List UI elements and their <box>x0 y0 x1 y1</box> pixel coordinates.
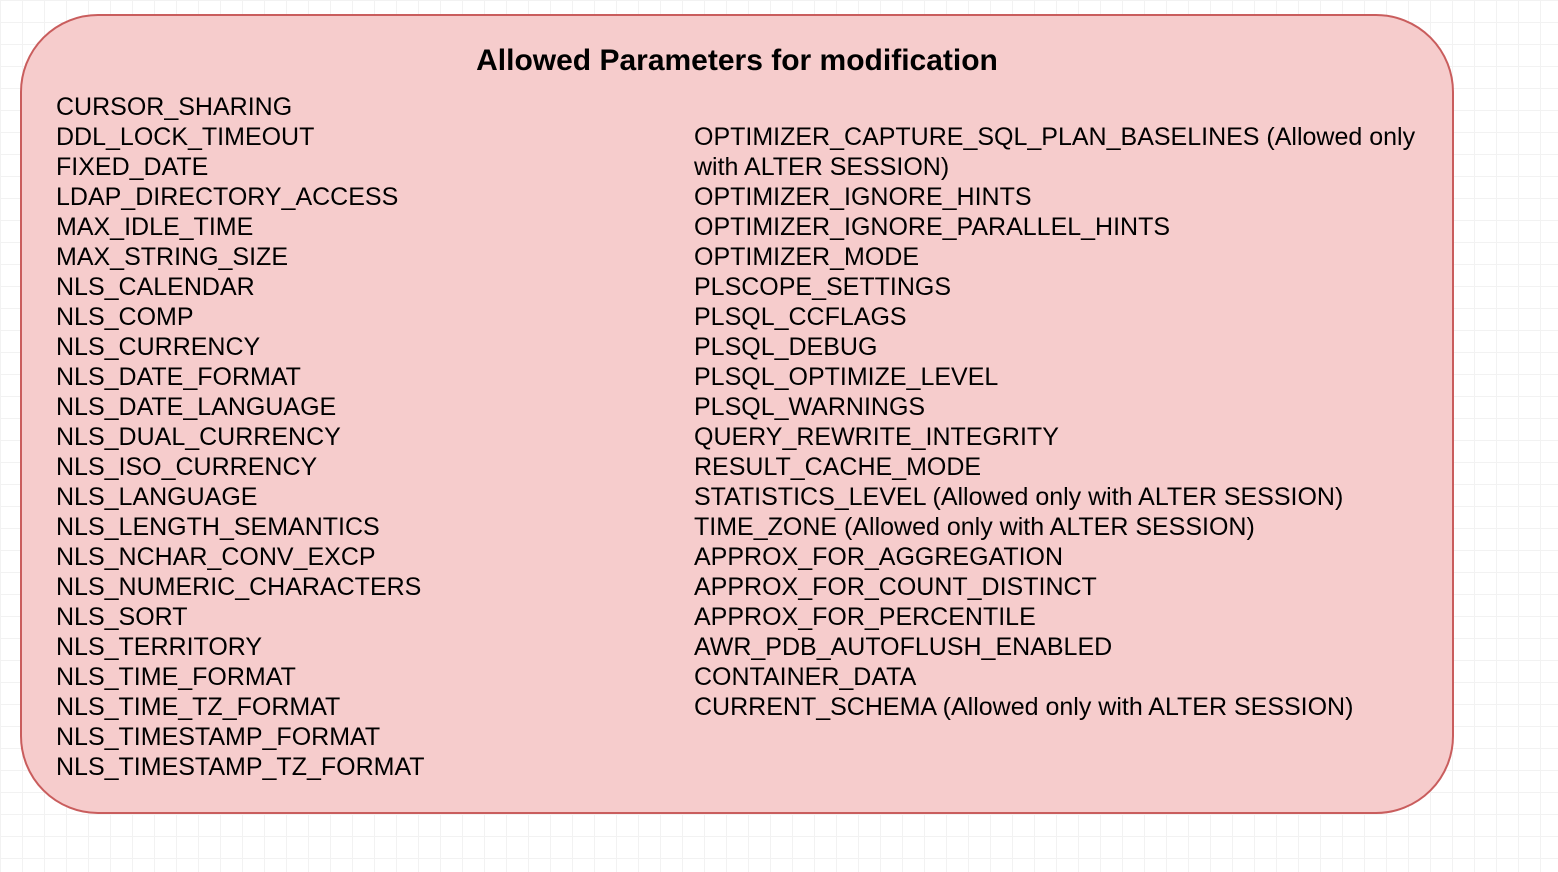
param-item: NLS_DATE_FORMAT <box>56 362 694 392</box>
param-item: RESULT_CACHE_MODE <box>694 452 1420 482</box>
param-item: TIME_ZONE (Allowed only with ALTER SESSI… <box>694 512 1420 542</box>
param-item: NLS_TIME_TZ_FORMAT <box>56 692 694 722</box>
param-item: NLS_TIMESTAMP_FORMAT <box>56 722 694 752</box>
panel-title: Allowed Parameters for modification <box>54 44 1420 78</box>
param-item: NLS_NUMERIC_CHARACTERS <box>56 572 694 602</box>
param-item: NLS_ISO_CURRENCY <box>56 452 694 482</box>
param-item: DDL_LOCK_TIMEOUT <box>56 122 694 152</box>
param-item: NLS_DUAL_CURRENCY <box>56 422 694 452</box>
param-item: PLSQL_CCFLAGS <box>694 302 1420 332</box>
left-column: CURSOR_SHARINGDDL_LOCK_TIMEOUTFIXED_DATE… <box>54 92 694 782</box>
param-item: NLS_TERRITORY <box>56 632 694 662</box>
param-item: QUERY_REWRITE_INTEGRITY <box>694 422 1420 452</box>
param-item: OPTIMIZER_MODE <box>694 242 1420 272</box>
param-item: MAX_STRING_SIZE <box>56 242 694 272</box>
param-item: STATISTICS_LEVEL (Allowed only with ALTE… <box>694 482 1420 512</box>
param-item: AWR_PDB_AUTOFLUSH_ENABLED <box>694 632 1420 662</box>
param-item: PLSQL_DEBUG <box>694 332 1420 362</box>
param-item: OPTIMIZER_IGNORE_PARALLEL_HINTS <box>694 212 1420 242</box>
param-item: LDAP_DIRECTORY_ACCESS <box>56 182 694 212</box>
param-item: FIXED_DATE <box>56 152 694 182</box>
param-item: NLS_DATE_LANGUAGE <box>56 392 694 422</box>
param-item: PLSQL_OPTIMIZE_LEVEL <box>694 362 1420 392</box>
param-item: PLSQL_WARNINGS <box>694 392 1420 422</box>
columns-wrapper: CURSOR_SHARINGDDL_LOCK_TIMEOUTFIXED_DATE… <box>54 92 1420 782</box>
param-item: CONTAINER_DATA <box>694 662 1420 692</box>
param-item: CURRENT_SCHEMA (Allowed only with ALTER … <box>694 692 1420 722</box>
param-item: NLS_LANGUAGE <box>56 482 694 512</box>
param-item: NLS_NCHAR_CONV_EXCP <box>56 542 694 572</box>
right-column: OPTIMIZER_CAPTURE_SQL_PLAN_BASELINES (Al… <box>694 92 1420 782</box>
param-item: NLS_LENGTH_SEMANTICS <box>56 512 694 542</box>
param-item: APPROX_FOR_PERCENTILE <box>694 602 1420 632</box>
param-item: NLS_TIME_FORMAT <box>56 662 694 692</box>
param-item: PLSCOPE_SETTINGS <box>694 272 1420 302</box>
param-item: NLS_SORT <box>56 602 694 632</box>
param-item: NLS_CALENDAR <box>56 272 694 302</box>
param-item: APPROX_FOR_AGGREGATION <box>694 542 1420 572</box>
param-item: NLS_CURRENCY <box>56 332 694 362</box>
param-item: OPTIMIZER_IGNORE_HINTS <box>694 182 1420 212</box>
param-item: OPTIMIZER_CAPTURE_SQL_PLAN_BASELINES (Al… <box>694 122 1420 182</box>
param-item: NLS_COMP <box>56 302 694 332</box>
parameters-panel: Allowed Parameters for modification CURS… <box>20 14 1454 814</box>
param-item: NLS_TIMESTAMP_TZ_FORMAT <box>56 752 694 782</box>
param-item: MAX_IDLE_TIME <box>56 212 694 242</box>
param-item: APPROX_FOR_COUNT_DISTINCT <box>694 572 1420 602</box>
param-item: CURSOR_SHARING <box>56 92 694 122</box>
